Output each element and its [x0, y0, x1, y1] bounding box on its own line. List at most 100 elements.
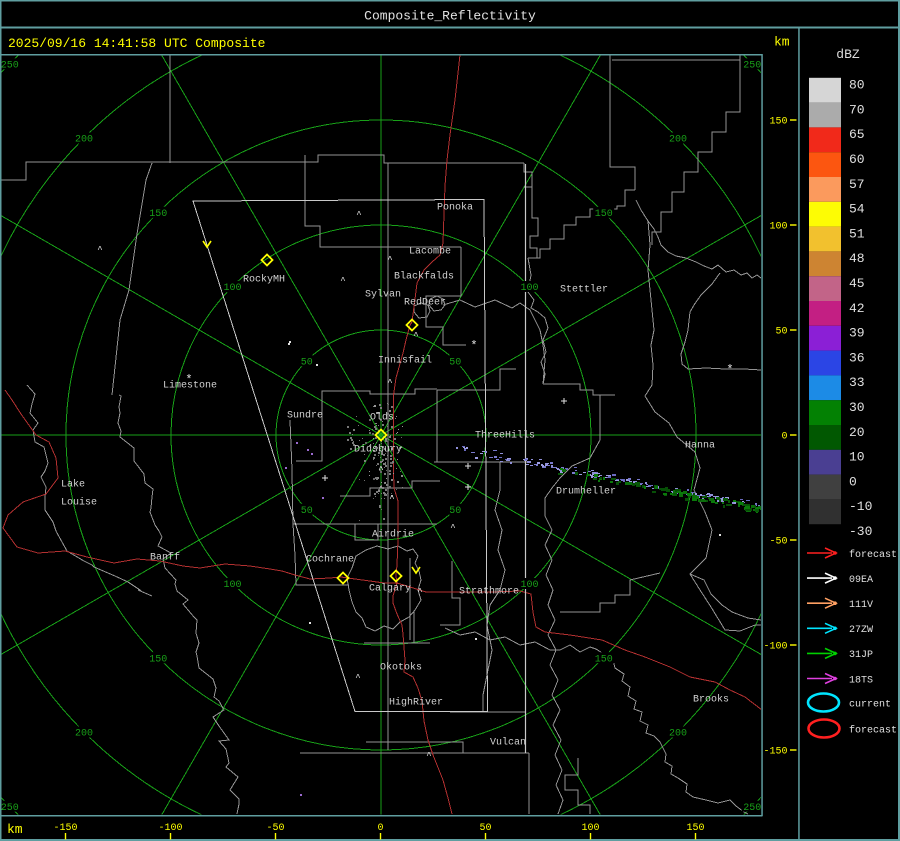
svg-text:^: ^ — [355, 673, 360, 683]
svg-text:Lacombe: Lacombe — [409, 246, 451, 258]
svg-text:Cochrane: Cochrane — [306, 554, 354, 566]
svg-text:0: 0 — [377, 823, 383, 834]
svg-text:45: 45 — [849, 276, 865, 291]
svg-text:0: 0 — [781, 432, 787, 443]
svg-text:250: 250 — [743, 803, 761, 814]
svg-text:Blackfalds: Blackfalds — [394, 271, 454, 283]
svg-text:100: 100 — [223, 580, 241, 591]
svg-text:200: 200 — [75, 135, 93, 146]
svg-text:100: 100 — [769, 222, 787, 233]
svg-text:*: * — [726, 363, 733, 377]
svg-text:100: 100 — [520, 283, 538, 294]
svg-text:km: km — [774, 35, 790, 50]
svg-text:^: ^ — [387, 378, 392, 388]
svg-text:Vulcan: Vulcan — [490, 737, 526, 749]
svg-text:27ZW: 27ZW — [849, 625, 873, 636]
svg-text:39: 39 — [849, 326, 865, 341]
svg-text:-50: -50 — [266, 823, 284, 834]
svg-text:Drumheller: Drumheller — [556, 486, 616, 498]
svg-text:*: * — [470, 339, 477, 353]
svg-text:dBZ: dBZ — [836, 47, 860, 62]
svg-text:RedDeer: RedDeer — [404, 297, 446, 309]
svg-text:Olds: Olds — [370, 412, 394, 424]
svg-text:150: 150 — [595, 209, 613, 220]
svg-text:^: ^ — [413, 331, 418, 341]
svg-text:42: 42 — [849, 301, 865, 316]
svg-text:-100: -100 — [158, 823, 182, 834]
svg-text:HighRiver: HighRiver — [389, 697, 443, 709]
svg-text:Sylvan: Sylvan — [365, 289, 401, 301]
svg-text:Composite_Reflectivity: Composite_Reflectivity — [364, 9, 536, 24]
svg-text:50: 50 — [775, 327, 787, 338]
svg-text:54: 54 — [849, 202, 865, 217]
svg-text:^: ^ — [378, 465, 383, 475]
svg-text:33: 33 — [849, 375, 865, 390]
svg-text:Didsbury: Didsbury — [354, 444, 402, 456]
svg-text:48: 48 — [849, 251, 865, 266]
svg-text:Okotoks: Okotoks — [380, 662, 422, 674]
svg-text:50: 50 — [449, 506, 461, 517]
svg-text:150: 150 — [149, 209, 167, 220]
svg-text:forecast: forecast — [849, 724, 897, 736]
svg-text:ThreeHills: ThreeHills — [475, 430, 535, 442]
svg-text:80: 80 — [849, 78, 865, 93]
svg-text:250: 250 — [1, 60, 19, 71]
svg-text:60: 60 — [849, 152, 865, 167]
svg-text:18TS: 18TS — [849, 675, 873, 686]
svg-text:Stettler: Stettler — [560, 284, 608, 296]
svg-text:^: ^ — [450, 523, 455, 533]
svg-text:^: ^ — [387, 255, 392, 265]
svg-text:50: 50 — [301, 357, 313, 368]
svg-text:200: 200 — [669, 135, 687, 146]
svg-text:50: 50 — [479, 823, 491, 834]
svg-text:Airdrie: Airdrie — [372, 529, 414, 541]
svg-text:Sundre: Sundre — [287, 410, 323, 422]
svg-text:-30: -30 — [849, 524, 872, 539]
svg-text:65: 65 — [849, 127, 865, 142]
svg-text:31JP: 31JP — [849, 650, 873, 661]
svg-text:Strathmore: Strathmore — [459, 586, 519, 598]
svg-text:111V: 111V — [849, 600, 873, 611]
svg-text:36: 36 — [849, 350, 865, 365]
svg-text:Banff: Banff — [150, 552, 180, 564]
svg-text:20: 20 — [849, 425, 865, 440]
svg-text:-150: -150 — [53, 823, 77, 834]
svg-text:2025/09/16 14:41:58 UTC Compos: 2025/09/16 14:41:58 UTC Composite — [8, 36, 265, 51]
svg-text:200: 200 — [75, 729, 93, 740]
svg-text:km: km — [7, 822, 23, 837]
svg-text:^: ^ — [356, 210, 361, 220]
svg-text:0: 0 — [849, 474, 857, 489]
svg-text:Brooks: Brooks — [693, 694, 729, 706]
svg-text:50: 50 — [301, 506, 313, 517]
svg-text:150: 150 — [595, 654, 613, 665]
svg-text:RockyMH: RockyMH — [243, 274, 285, 286]
svg-text:-50: -50 — [769, 537, 787, 548]
svg-text:Lake: Lake — [61, 479, 85, 491]
svg-text:Innisfail: Innisfail — [378, 355, 432, 367]
svg-text:250: 250 — [1, 803, 19, 814]
svg-text:50: 50 — [449, 357, 461, 368]
svg-text:150: 150 — [769, 117, 787, 128]
svg-text:forecast: forecast — [849, 549, 897, 561]
svg-text:150: 150 — [686, 823, 704, 834]
svg-text:30: 30 — [849, 400, 865, 415]
svg-text:200: 200 — [669, 729, 687, 740]
svg-text:Calgary: Calgary — [369, 583, 411, 595]
svg-text:Ponoka: Ponoka — [437, 202, 473, 214]
svg-text:-100: -100 — [763, 642, 787, 653]
svg-text:*: * — [185, 373, 192, 387]
svg-text:current: current — [849, 699, 891, 710]
svg-text:^: ^ — [340, 276, 345, 286]
svg-text:10: 10 — [849, 450, 865, 465]
svg-text:57: 57 — [849, 177, 865, 192]
svg-text:^: ^ — [426, 751, 431, 761]
svg-text:100: 100 — [581, 823, 599, 834]
svg-text:Louise: Louise — [61, 497, 97, 509]
svg-text:150: 150 — [149, 654, 167, 665]
svg-text:^: ^ — [389, 494, 394, 504]
svg-text:^: ^ — [97, 245, 102, 255]
svg-text:-150: -150 — [763, 747, 787, 758]
svg-text:51: 51 — [849, 226, 865, 241]
svg-text:Hanna: Hanna — [685, 441, 715, 452]
svg-text:100: 100 — [223, 283, 241, 294]
